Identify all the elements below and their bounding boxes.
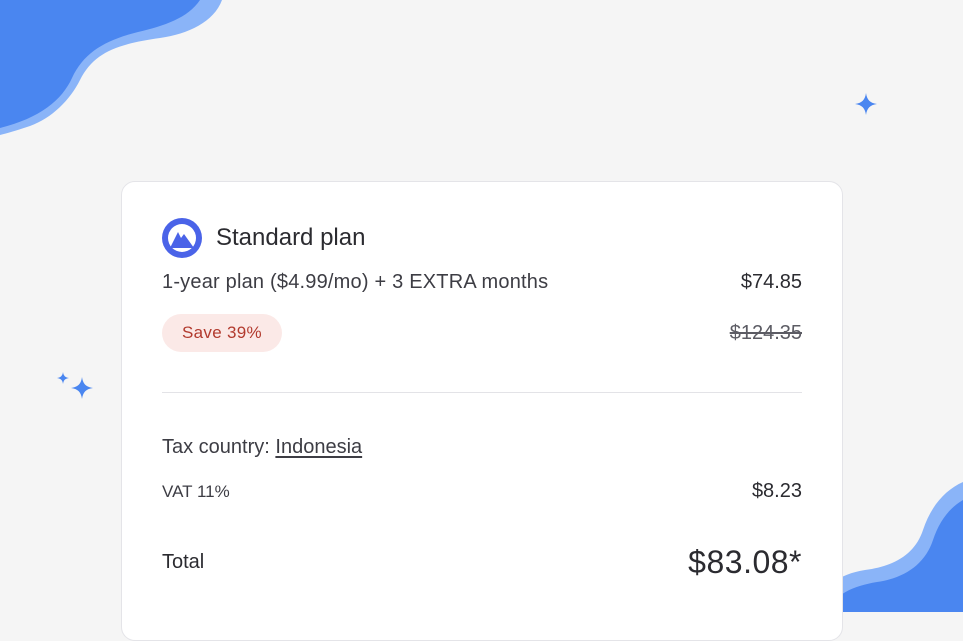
savings-line: Save 39% $124.35 — [162, 314, 802, 352]
sparkle-icon — [855, 93, 877, 115]
tax-country-link[interactable]: Indonesia — [275, 436, 362, 458]
nordvpn-logo-icon — [162, 218, 202, 258]
tax-country-text: Tax country: Indonesia — [162, 436, 362, 459]
plan-header: Standard plan — [162, 218, 365, 258]
save-badge: Save 39% — [162, 314, 282, 352]
divider — [162, 392, 802, 393]
tax-country-line: Tax country: Indonesia — [162, 436, 802, 459]
vat-line: VAT 11% $8.23 — [162, 480, 802, 503]
vat-label: VAT 11% — [162, 481, 230, 501]
plan-description: 1-year plan ($4.99/mo) + 3 EXTRA months — [162, 271, 549, 293]
total-value: $83.08* — [688, 544, 802, 580]
total-label: Total — [162, 551, 205, 573]
plan-title: Standard plan — [216, 224, 366, 251]
sparkle-icon — [71, 377, 93, 399]
total-line: Total $83.08* — [162, 544, 802, 581]
order-summary-card: Standard plan 1-year plan ($4.99/mo) + 3… — [121, 181, 843, 641]
vat-value: $8.23 — [751, 480, 802, 502]
original-price: $124.35 — [729, 321, 802, 344]
plan-price: $74.85 — [740, 271, 802, 293]
tax-country-label: Tax country: — [162, 436, 270, 458]
sparkle-icon — [57, 372, 69, 384]
plan-line: 1-year plan ($4.99/mo) + 3 EXTRA months … — [162, 271, 802, 294]
top-left-wave-decoration — [0, 0, 222, 135]
